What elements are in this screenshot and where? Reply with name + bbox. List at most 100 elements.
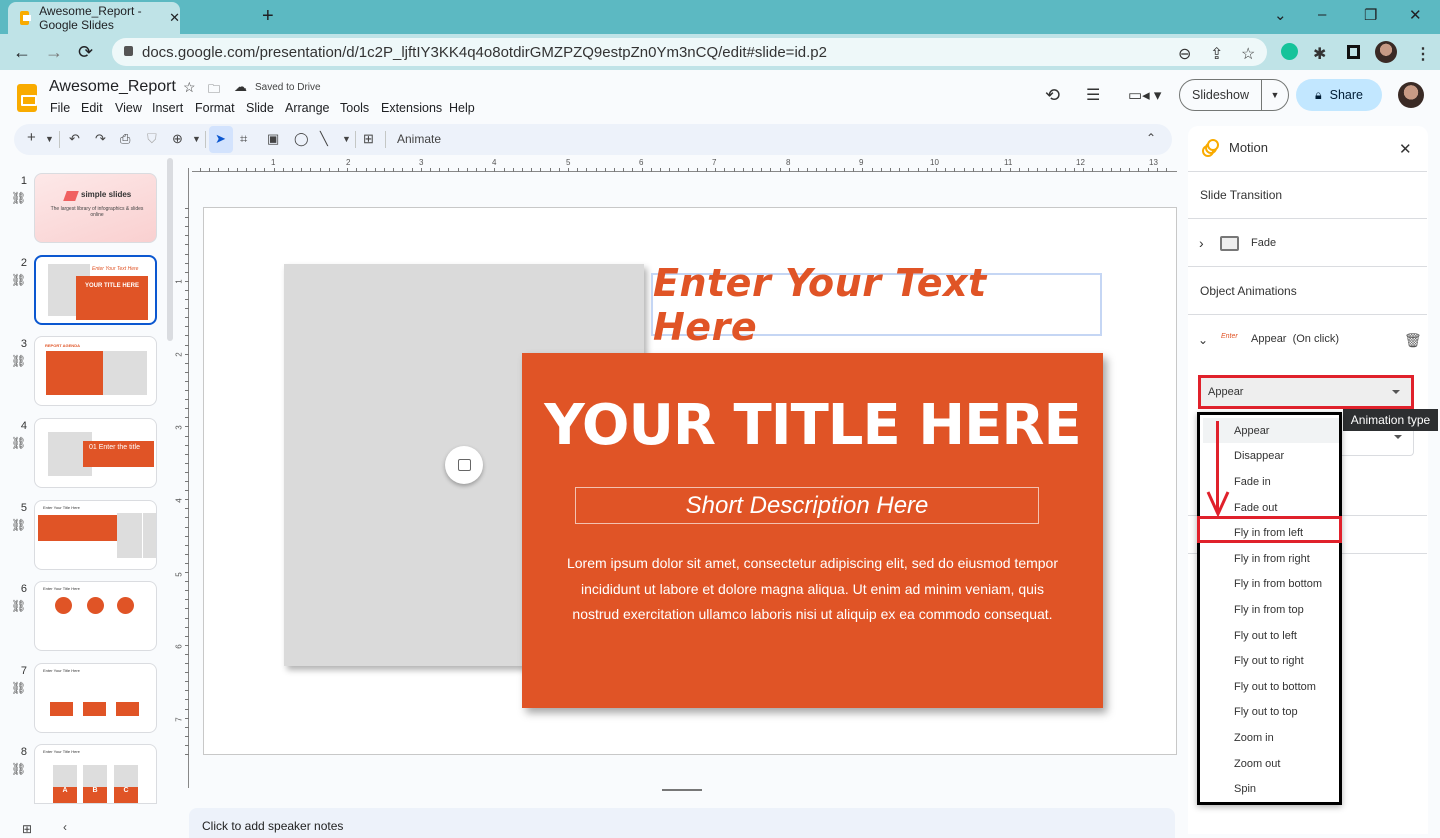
shape-icon[interactable]: ◯	[294, 131, 309, 147]
option-fly-out-to-left[interactable]: Fly out to left	[1203, 623, 1339, 648]
slide-thumbnail[interactable]: Enter Your Title Here	[34, 581, 157, 651]
transition-type[interactable]: Fade	[1251, 237, 1276, 249]
zoom-out-icon[interactable]: ⊖	[1178, 44, 1191, 64]
restore-button[interactable]: ❐	[1364, 6, 1377, 24]
account-avatar[interactable]	[1398, 82, 1424, 108]
forward-button[interactable]: →	[45, 42, 63, 63]
cursor-select-icon[interactable]: ➤	[215, 131, 226, 147]
new-slide-icon[interactable]: +	[27, 129, 36, 146]
slide-thumbnail[interactable]: simple slides The largest library of info…	[34, 173, 157, 243]
thumb-subtitle: The largest library of infographics & sl…	[50, 206, 144, 218]
slides-logo-icon[interactable]	[17, 84, 37, 112]
close-panel-icon[interactable]: ✕	[1399, 140, 1412, 158]
collapse-filmstrip-icon[interactable]: ‹	[63, 820, 67, 834]
slide-title[interactable]: YOUR TITLE HERE	[522, 393, 1103, 458]
ruler-tick	[185, 471, 189, 473]
menu-format[interactable]: Format	[195, 101, 235, 115]
comments-icon[interactable]: ☰	[1086, 85, 1100, 105]
menu-arrange[interactable]: Arrange	[285, 101, 329, 115]
slide-animation-icon: ⛓	[11, 762, 27, 776]
option-fly-in-from-right[interactable]: Fly in from right	[1203, 546, 1339, 571]
new-slide-dropdown-icon[interactable]: ▼	[45, 134, 54, 144]
menu-tools[interactable]: Tools	[340, 101, 369, 115]
slide-body-text[interactable]: Lorem ipsum dolor sit amet, consectetur …	[560, 551, 1065, 628]
filmstrip-scrollbar[interactable]	[167, 158, 173, 341]
star-icon[interactable]: ☆	[183, 79, 196, 96]
enter-text-box[interactable]: Enter Your Text Here	[651, 261, 1102, 349]
option-fly-in-from-bottom[interactable]: Fly in from bottom	[1203, 571, 1339, 596]
description-box[interactable]: Short Description Here	[575, 487, 1039, 524]
version-history-icon[interactable]: ⟲	[1045, 85, 1060, 106]
ruler-tick	[1000, 168, 1002, 172]
undo-icon[interactable]: ↶	[69, 131, 80, 147]
document-title[interactable]: Awesome_Report	[49, 78, 176, 96]
reload-button[interactable]: ⟳	[78, 42, 93, 63]
option-fly-out-to-top[interactable]: Fly out to top	[1203, 699, 1339, 724]
add-comment-icon[interactable]: ⊞	[363, 131, 374, 147]
option-fly-out-to-bottom[interactable]: Fly out to bottom	[1203, 674, 1339, 699]
extensions-icon[interactable]: ✱	[1313, 44, 1326, 64]
animation-item-label[interactable]: Appear (On click)	[1251, 333, 1339, 345]
line-dropdown-icon[interactable]: ▼	[342, 134, 351, 144]
slide-thumbnail[interactable]: Enter Your Title Here	[34, 500, 157, 570]
line-icon[interactable]: ╲	[320, 131, 328, 147]
animation-type-select[interactable]: Appear	[1198, 375, 1414, 409]
print-icon[interactable]: ⎙	[120, 131, 130, 147]
option-appear[interactable]: Appear	[1203, 418, 1339, 443]
menu-file[interactable]: File	[50, 101, 70, 115]
ruler-tick	[347, 168, 349, 172]
slideshow-label[interactable]: Slideshow	[1180, 80, 1262, 110]
option-zoom-out[interactable]: Zoom out	[1203, 751, 1339, 776]
close-window-button[interactable]: ✕	[1409, 6, 1422, 24]
zoom-dropdown-icon[interactable]: ▼	[192, 134, 201, 144]
slideshow-button[interactable]: Slideshow ▼	[1179, 79, 1289, 111]
browser-menu-icon[interactable]: ⋮	[1415, 44, 1431, 64]
option-fly-out-to-right[interactable]: Fly out to right	[1203, 648, 1339, 673]
animate-button[interactable]: Animate	[397, 132, 441, 146]
slide-thumbnail[interactable]: REPORT AGENDA	[34, 336, 157, 406]
menu-view[interactable]: View	[115, 101, 142, 115]
url-input[interactable]: docs.google.com/presentation/d/1c2P_ljft…	[112, 38, 1267, 66]
browser-tab[interactable]: Awesome_Report - Google Slides ✕	[8, 2, 180, 34]
move-folder-icon[interactable]: 🗀	[208, 80, 220, 101]
delete-animation-icon[interactable]: 🗑︎	[1404, 332, 1422, 349]
menu-extensions[interactable]: Extensions	[381, 101, 442, 115]
expand-transition-icon[interactable]: ›	[1199, 235, 1204, 251]
slide-thumbnail[interactable]: Enter Your Title Here	[34, 663, 157, 733]
option-fly-in-from-top[interactable]: Fly in from top	[1203, 597, 1339, 622]
menu-help[interactable]: Help	[449, 101, 475, 115]
replace-image-button[interactable]	[445, 446, 483, 484]
share-button[interactable]: 🔒︎ Share	[1296, 79, 1382, 111]
zoom-icon[interactable]: ⊕	[172, 131, 183, 147]
collapse-toolbar-icon[interactable]: ⌃	[1146, 131, 1156, 145]
bookmark-star-icon[interactable]: ☆	[1241, 44, 1255, 64]
paint-format-icon[interactable]: ⛉	[147, 131, 157, 147]
tab-search-icon[interactable]: ⌄	[1274, 6, 1287, 24]
text-box-icon[interactable]: ⌗	[240, 131, 247, 147]
grammarly-icon[interactable]	[1281, 43, 1298, 60]
notes-resize-handle[interactable]	[662, 789, 702, 791]
share-page-icon[interactable]: ⇪	[1210, 44, 1223, 64]
option-zoom-in[interactable]: Zoom in	[1203, 725, 1339, 750]
insert-image-icon[interactable]: ▣	[267, 131, 279, 147]
new-tab-button[interactable]: +	[262, 5, 274, 28]
option-disappear[interactable]: Disappear	[1203, 443, 1339, 468]
menu-slide[interactable]: Slide	[246, 101, 274, 115]
ruler-tick	[185, 217, 189, 219]
slide-thumbnail[interactable]: Enter Your Title Here A B C	[34, 744, 157, 804]
slideshow-dropdown-icon[interactable]: ▼	[1262, 90, 1288, 100]
tab-close-icon[interactable]: ✕	[169, 10, 180, 26]
slide-thumbnail[interactable]: Enter Your Text Here YOUR TITLE HERE	[34, 255, 157, 325]
ruler-tick	[264, 168, 266, 172]
minimize-button[interactable]: –	[1318, 6, 1326, 23]
back-button[interactable]: ←	[13, 42, 31, 63]
browser-profile-avatar[interactable]	[1375, 41, 1397, 63]
slide-thumbnail[interactable]: 01 Enter the title	[34, 418, 157, 488]
side-panel-icon[interactable]	[1347, 45, 1360, 59]
meet-camera-icon[interactable]: ▭◂ ▾	[1128, 86, 1161, 104]
menu-edit[interactable]: Edit	[81, 101, 103, 115]
menu-insert[interactable]: Insert	[152, 101, 183, 115]
option-spin[interactable]: Spin	[1203, 776, 1339, 801]
redo-icon[interactable]: ↷	[95, 131, 106, 147]
collapse-animation-icon[interactable]: ⌄	[1198, 333, 1208, 347]
